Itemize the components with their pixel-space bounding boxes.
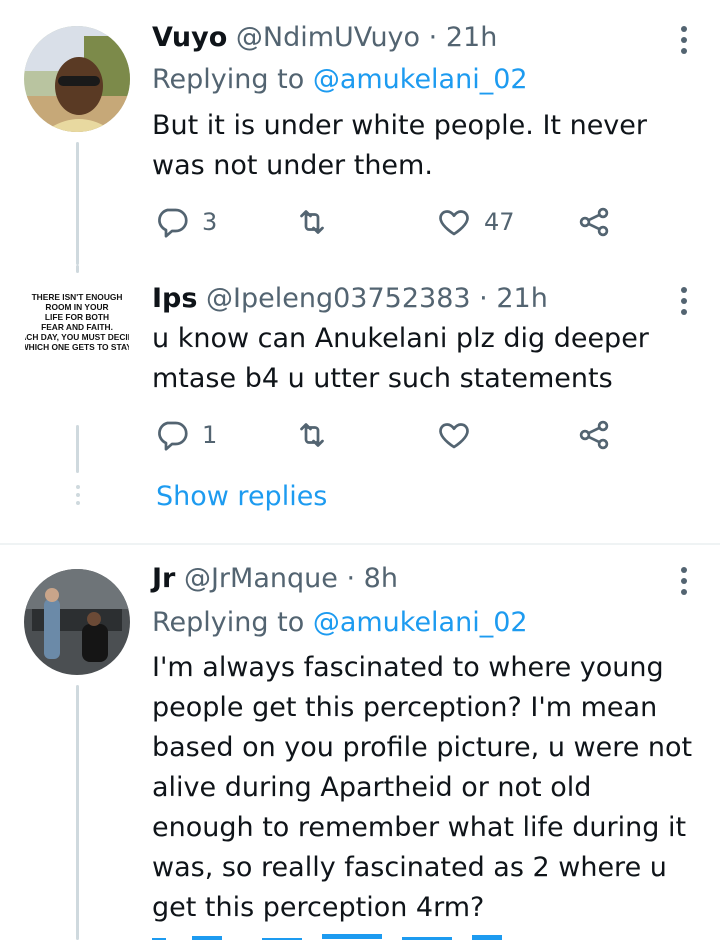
reply-count: 1 <box>202 421 218 449</box>
avatar[interactable] <box>24 569 130 675</box>
more-vertical-icon[interactable] <box>680 567 688 600</box>
author-name[interactable]: Vuyo <box>152 22 227 53</box>
share-button[interactable] <box>576 413 612 457</box>
retweet-icon <box>300 210 324 234</box>
thread-dots <box>76 485 80 509</box>
reply-count: 3 <box>202 208 218 236</box>
author-handle[interactable]: @Ipeleng03752383 <box>206 283 471 314</box>
like-count: 47 <box>484 208 515 236</box>
tweet-header: Jr @JrManque · 8h <box>152 561 398 597</box>
author-handle[interactable]: @JrManque <box>184 563 338 594</box>
avatar[interactable]: THERE ISN'T ENOUGH ROOM IN YOUR LIFE FOR… <box>24 277 130 383</box>
show-replies-link[interactable]: Show replies <box>156 481 327 512</box>
tweet-text: I'm always fascinated to where young peo… <box>152 652 693 923</box>
avatar[interactable] <box>24 26 130 132</box>
tweet-text: u know can Anukelani plz dig deeper mtas… <box>152 323 649 394</box>
svg-text:EACH DAY, YOU MUST DECIDE: EACH DAY, YOU MUST DECIDE <box>25 332 129 342</box>
mention-link[interactable]: @amukelani_02 <box>313 607 528 638</box>
retweet-icon <box>300 423 324 447</box>
separator: · <box>346 563 356 594</box>
timestamp[interactable]: 21h <box>446 22 497 53</box>
mention-link[interactable]: @amukelani_02 <box>313 64 528 95</box>
thread-line <box>76 425 79 473</box>
thread-line <box>76 265 79 273</box>
thread-line <box>76 142 79 265</box>
thread-line <box>76 685 79 940</box>
reply-icon <box>158 208 188 238</box>
replying-to: Replying to @amukelani_02 <box>152 605 528 641</box>
replying-to: Replying to @amukelani_02 <box>152 62 528 98</box>
heart-icon <box>439 423 469 449</box>
svg-text:THERE ISN'T ENOUGH: THERE ISN'T ENOUGH <box>32 292 123 302</box>
svg-text:FEAR AND FAITH.: FEAR AND FAITH. <box>41 322 113 332</box>
replying-to-label: Replying to <box>152 607 313 638</box>
tweet-jr[interactable]: Jr @JrManque · 8h Replying to @amukelani… <box>0 545 720 940</box>
retweet-button[interactable] <box>294 200 342 244</box>
svg-text:WHICH ONE GETS TO STAY.: WHICH ONE GETS TO STAY. <box>25 342 129 352</box>
tweet-ips[interactable]: THERE ISN'T ENOUGH ROOM IN YOUR LIFE FOR… <box>0 265 720 543</box>
reply-icon <box>158 421 188 451</box>
author-name[interactable]: Jr <box>152 563 175 594</box>
tweet-text: But it is under white people. It never w… <box>152 110 647 181</box>
timestamp[interactable]: 8h <box>364 563 398 594</box>
timestamp[interactable]: 21h <box>496 283 547 314</box>
like-button[interactable]: 47 <box>436 200 515 244</box>
reply-button[interactable]: 1 <box>154 413 217 457</box>
separator: · <box>428 22 438 53</box>
tweet-vuyo[interactable]: Vuyo @NdimUVuyo · 21h Replying to @amuke… <box>0 0 720 265</box>
action-bar: 1 <box>152 413 632 457</box>
more-vertical-icon[interactable] <box>680 287 688 320</box>
tweet-header: Vuyo @NdimUVuyo · 21h <box>152 20 497 56</box>
author-name[interactable]: Ips <box>152 283 197 314</box>
replying-to-label: Replying to <box>152 64 313 95</box>
avatar-quote-image: THERE ISN'T ENOUGH ROOM IN YOUR LIFE FOR… <box>25 292 129 352</box>
share-icon <box>579 207 609 237</box>
action-bar: 3 47 <box>152 200 632 244</box>
like-button[interactable] <box>436 413 484 457</box>
more-vertical-icon[interactable] <box>680 26 688 59</box>
heart-icon <box>439 210 469 236</box>
reply-button[interactable]: 3 <box>154 200 217 244</box>
share-icon <box>579 420 609 450</box>
share-button[interactable] <box>576 200 612 244</box>
separator: · <box>479 283 488 314</box>
tweet-header: Ips @Ipeleng03752383 · 21h <box>152 281 548 317</box>
svg-text:ROOM IN YOUR: ROOM IN YOUR <box>45 302 108 312</box>
truncated-link[interactable] <box>152 926 512 940</box>
retweet-button[interactable] <box>294 413 342 457</box>
author-handle[interactable]: @NdimUVuyo <box>236 22 420 53</box>
svg-text:LIFE FOR BOTH: LIFE FOR BOTH <box>45 312 109 322</box>
